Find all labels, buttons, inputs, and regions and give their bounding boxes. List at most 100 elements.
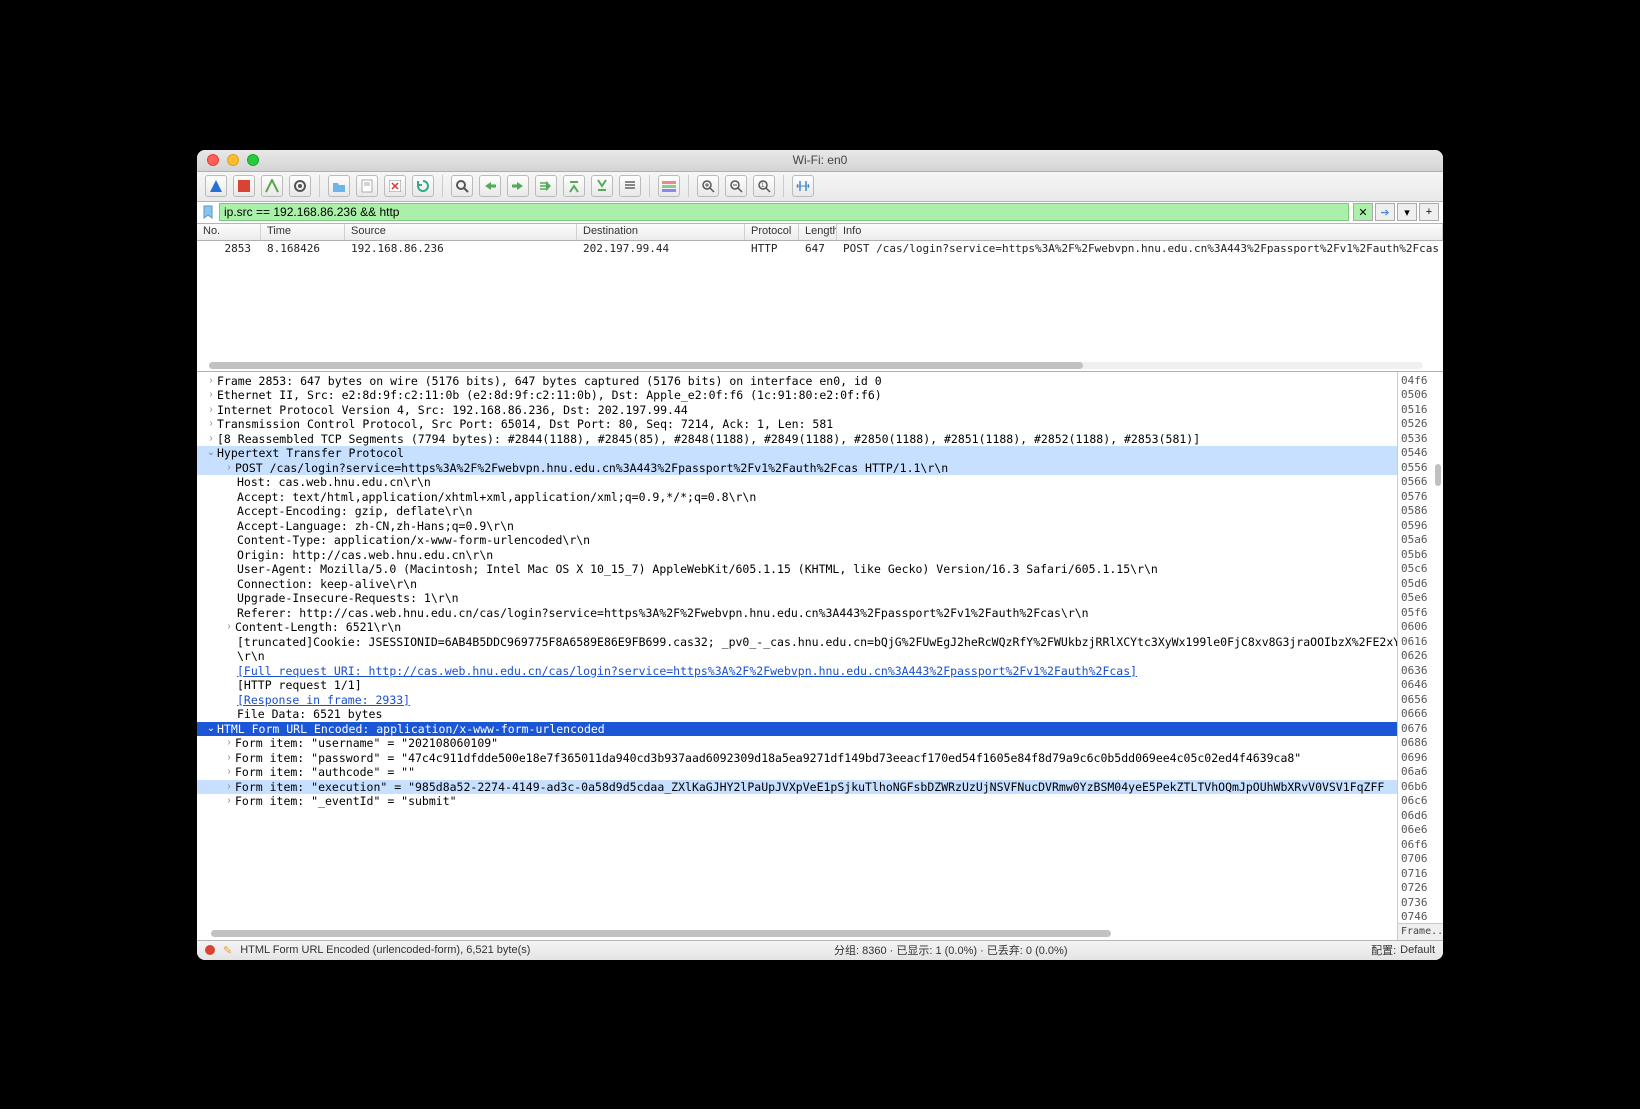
tree-crlf[interactable]: \r\n <box>197 649 1397 664</box>
collapse-icon[interactable]: ⌄ <box>205 446 217 461</box>
tree-tcp[interactable]: ›Transmission Control Protocol, Src Port… <box>197 417 1397 432</box>
go-first-button[interactable] <box>563 175 585 197</box>
apply-filter-button[interactable]: ➔ <box>1375 203 1395 221</box>
byte-offset: 05d6 <box>1401 577 1440 592</box>
zoom-reset-button[interactable]: 1 <box>753 175 775 197</box>
h-scrollbar[interactable] <box>209 362 1423 369</box>
tree-header-accept-language[interactable]: Accept-Language: zh-CN,zh-Hans;q=0.9\r\n <box>197 519 1397 534</box>
tree-request-num[interactable]: [HTTP request 1/1] <box>197 678 1397 693</box>
edit-icon[interactable]: ✎ <box>223 944 232 957</box>
bookmark-icon[interactable] <box>201 205 215 219</box>
expand-icon[interactable]: › <box>223 780 235 795</box>
find-button[interactable] <box>451 175 473 197</box>
resize-columns-button[interactable] <box>792 175 814 197</box>
tree-header-host[interactable]: Host: cas.web.hnu.edu.cn\r\n <box>197 475 1397 490</box>
tree-form-authcode[interactable]: ›Form item: "authcode" = "" <box>197 765 1397 780</box>
display-filter-input[interactable] <box>219 203 1349 221</box>
expand-icon[interactable]: › <box>205 403 217 418</box>
zoom-in-button[interactable] <box>697 175 719 197</box>
go-forward-button[interactable] <box>507 175 529 197</box>
packet-list-header[interactable]: No. Time Source Destination Protocol Len… <box>197 224 1443 241</box>
expand-icon[interactable]: › <box>205 388 217 403</box>
tree-header-connection[interactable]: Connection: keep-alive\r\n <box>197 577 1397 592</box>
open-file-button[interactable] <box>328 175 350 197</box>
tree-header-content-type[interactable]: Content-Type: application/x-www-form-url… <box>197 533 1397 548</box>
byte-offset: 0686 <box>1401 736 1440 751</box>
auto-scroll-button[interactable] <box>619 175 641 197</box>
expand-icon[interactable]: › <box>223 461 235 476</box>
save-file-button[interactable] <box>356 175 378 197</box>
tree-form-password[interactable]: ›Form item: "password" = "47c4c911dfdde5… <box>197 751 1397 766</box>
column-protocol[interactable]: Protocol <box>745 224 799 240</box>
tree-http[interactable]: ⌄Hypertext Transfer Protocol <box>197 446 1397 461</box>
packet-row[interactable]: 2853 8.168426 192.168.86.236 202.197.99.… <box>197 241 1443 256</box>
tree-ip[interactable]: ›Internet Protocol Version 4, Src: 192.1… <box>197 403 1397 418</box>
expand-icon[interactable]: › <box>223 794 235 809</box>
expand-icon[interactable]: › <box>205 417 217 432</box>
tree-frame[interactable]: ›Frame 2853: 647 bytes on wire (5176 bit… <box>197 374 1397 389</box>
tree-response-frame[interactable]: [Response in frame: 2933] <box>197 693 1397 708</box>
v-scrollbar[interactable] <box>1435 464 1441 486</box>
go-last-button[interactable] <box>591 175 613 197</box>
expand-icon[interactable]: › <box>205 374 217 389</box>
tree-header-referer[interactable]: Referer: http://cas.web.hnu.edu.cn/cas/l… <box>197 606 1397 621</box>
tree-content-length[interactable]: ›Content-Length: 6521\r\n <box>197 620 1397 635</box>
byte-offset: 06c6 <box>1401 794 1440 809</box>
expand-icon[interactable]: › <box>223 736 235 751</box>
cell-time: 8.168426 <box>261 242 345 255</box>
byte-offset: 0636 <box>1401 664 1440 679</box>
byte-offset: 0656 <box>1401 693 1440 708</box>
h-scrollbar[interactable] <box>211 930 1111 937</box>
colorize-button[interactable] <box>658 175 680 197</box>
tree-header-user-agent[interactable]: User-Agent: Mozilla/5.0 (Macintosh; Inte… <box>197 562 1397 577</box>
start-capture-button[interactable] <box>205 175 227 197</box>
column-length[interactable]: Length <box>799 224 837 240</box>
titlebar[interactable]: Wi-Fi: en0 <box>197 150 1443 172</box>
collapse-icon[interactable]: ⌄ <box>205 722 217 737</box>
close-file-button[interactable] <box>384 175 406 197</box>
expert-info-icon[interactable] <box>205 945 215 955</box>
column-time[interactable]: Time <box>261 224 345 240</box>
tree-ethernet[interactable]: ›Ethernet II, Src: e2:8d:9f:c2:11:0b (e2… <box>197 388 1397 403</box>
tree-header-origin[interactable]: Origin: http://cas.web.hnu.edu.cn\r\n <box>197 548 1397 563</box>
cell-info: POST /cas/login?service=https%3A%2F%2Fwe… <box>837 242 1443 255</box>
tree-form-execution[interactable]: ›Form item: "execution" = "985d8a52-2274… <box>197 780 1397 795</box>
tree-form-eventid[interactable]: ›Form item: "_eventId" = "submit" <box>197 794 1397 809</box>
reload-button[interactable] <box>412 175 434 197</box>
go-to-packet-button[interactable] <box>535 175 557 197</box>
column-info[interactable]: Info <box>837 224 1443 240</box>
tree-file-data[interactable]: File Data: 6521 bytes <box>197 707 1397 722</box>
restart-capture-button[interactable] <box>261 175 283 197</box>
packet-details[interactable]: ›Frame 2853: 647 bytes on wire (5176 bit… <box>197 372 1397 940</box>
expand-icon[interactable]: › <box>223 751 235 766</box>
column-no[interactable]: No. <box>197 224 261 240</box>
packet-list[interactable]: 2853 8.168426 192.168.86.236 202.197.99.… <box>197 241 1443 371</box>
column-destination[interactable]: Destination <box>577 224 745 240</box>
byte-offset: 0726 <box>1401 881 1440 896</box>
byte-offset: 0646 <box>1401 678 1440 693</box>
tree-header-accept[interactable]: Accept: text/html,application/xhtml+xml,… <box>197 490 1397 505</box>
status-profile[interactable]: Default <box>1400 944 1435 956</box>
column-source[interactable]: Source <box>345 224 577 240</box>
go-back-button[interactable] <box>479 175 501 197</box>
byte-offset: 05e6 <box>1401 591 1440 606</box>
clear-filter-button[interactable]: ✕ <box>1353 203 1373 221</box>
stop-capture-button[interactable] <box>233 175 255 197</box>
tree-header-accept-encoding[interactable]: Accept-Encoding: gzip, deflate\r\n <box>197 504 1397 519</box>
capture-options-button[interactable] <box>289 175 311 197</box>
tree-form-username[interactable]: ›Form item: "username" = "202108060109" <box>197 736 1397 751</box>
bytes-tab[interactable]: Frame... <box>1398 923 1443 940</box>
tree-post-line[interactable]: ›POST /cas/login?service=https%3A%2F%2Fw… <box>197 461 1397 476</box>
tree-header-upgrade[interactable]: Upgrade-Insecure-Requests: 1\r\n <box>197 591 1397 606</box>
tree-form-urlencoded[interactable]: ⌄HTML Form URL Encoded: application/x-ww… <box>197 722 1397 737</box>
tree-full-uri[interactable]: [Full request URI: http://cas.web.hnu.ed… <box>197 664 1397 679</box>
add-filter-button[interactable]: + <box>1419 203 1439 221</box>
expand-icon[interactable]: › <box>205 432 217 447</box>
expand-icon[interactable]: › <box>223 620 235 635</box>
filter-dropdown-button[interactable]: ▾ <box>1397 203 1417 221</box>
tree-reassembled[interactable]: ›[8 Reassembled TCP Segments (7794 bytes… <box>197 432 1397 447</box>
expand-icon[interactable]: › <box>223 765 235 780</box>
tree-header-cookie[interactable]: [truncated]Cookie: JSESSIONID=6AB4B5DDC9… <box>197 635 1397 650</box>
zoom-out-button[interactable] <box>725 175 747 197</box>
packet-bytes[interactable]: 04f6050605160526053605460556056605760586… <box>1397 372 1443 940</box>
